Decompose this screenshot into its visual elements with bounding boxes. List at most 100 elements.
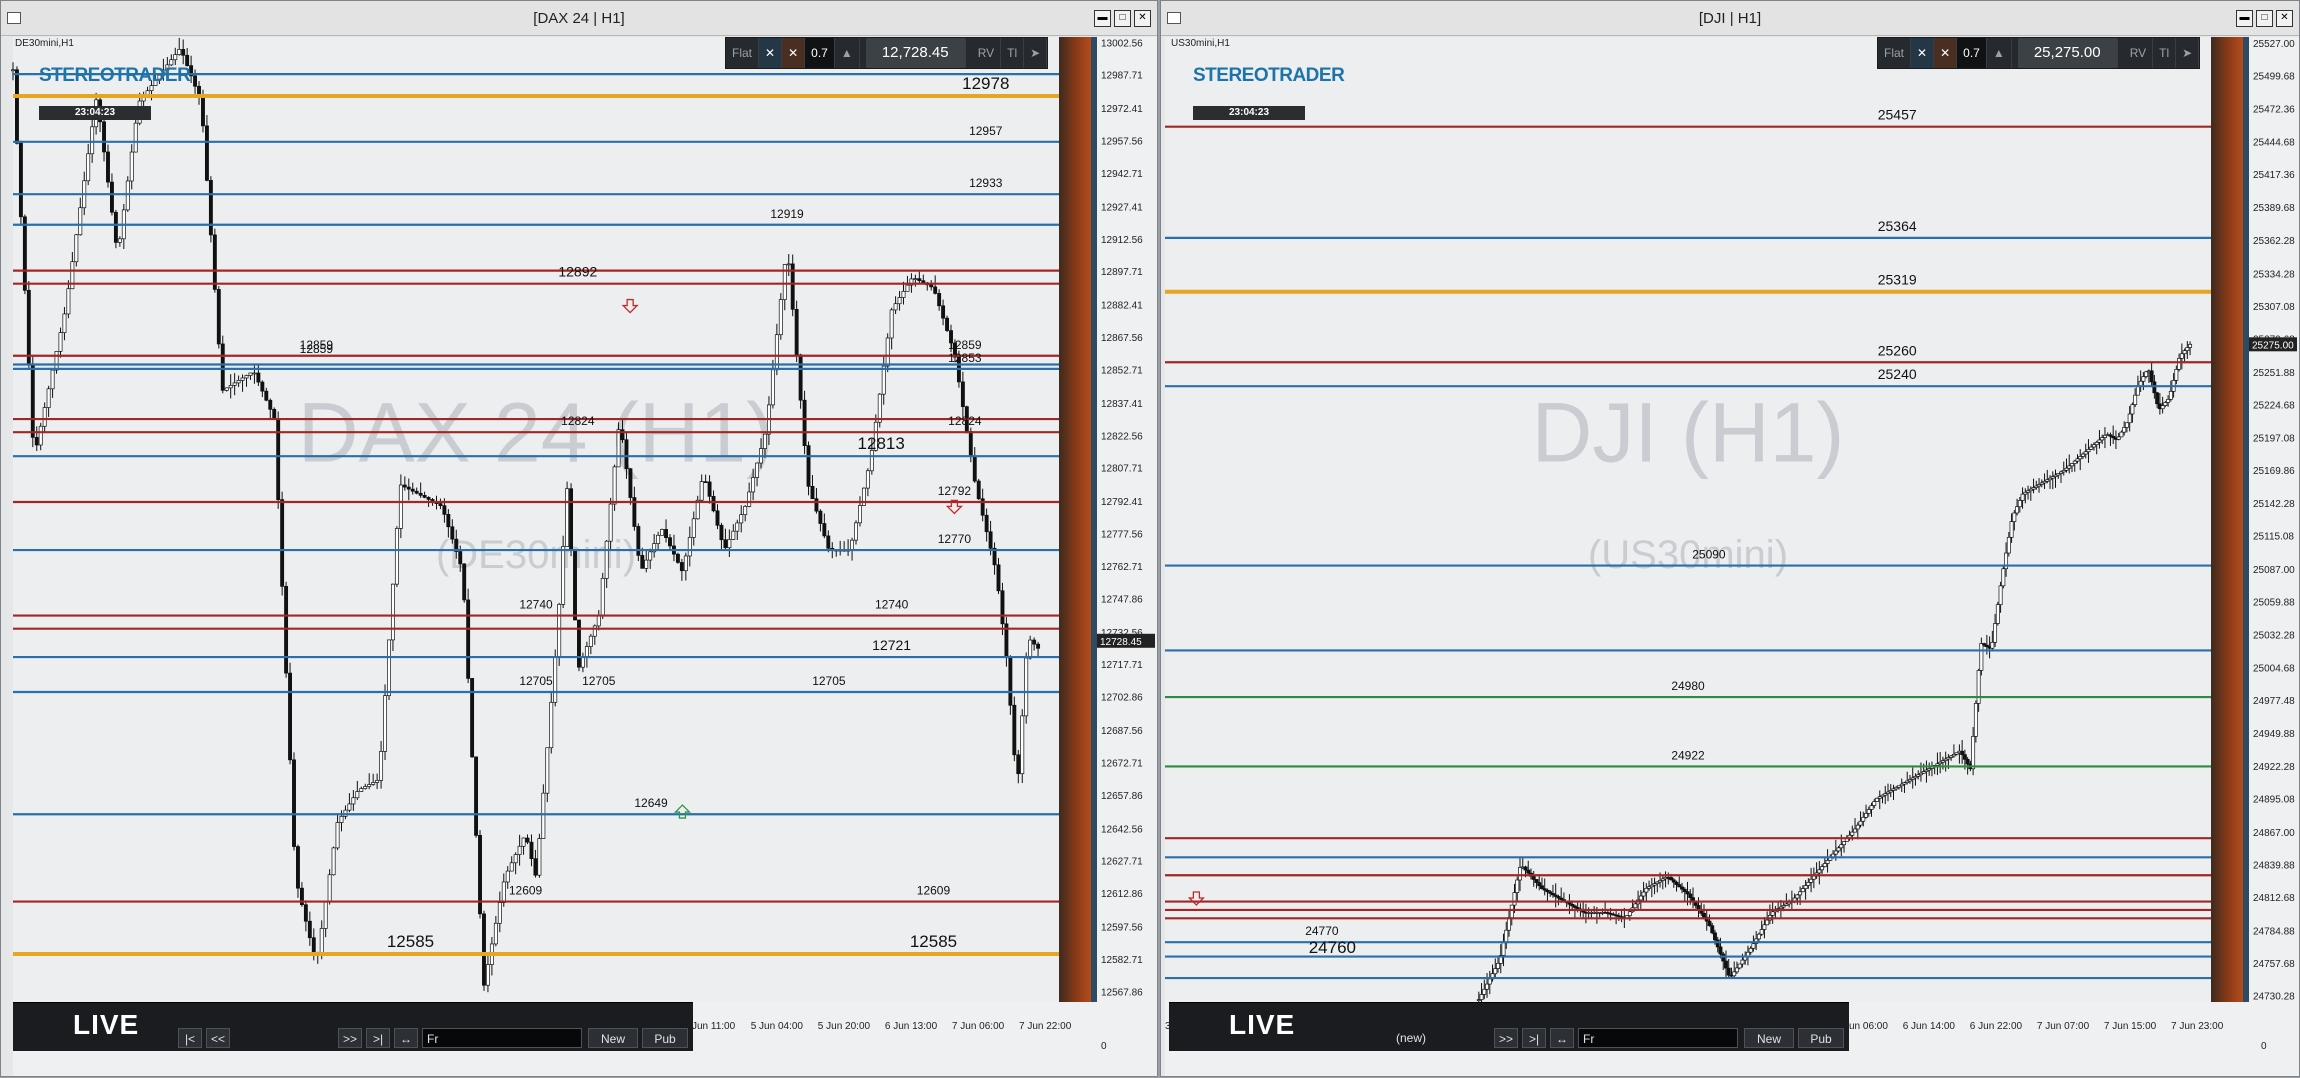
close-short-button[interactable]: ✕ [782, 38, 806, 68]
candle-body [1861, 816, 1866, 822]
candle-body [1702, 912, 1706, 918]
qty-up-icon[interactable]: ▲ [835, 38, 860, 68]
candle-body [1638, 895, 1643, 901]
quantity-field[interactable]: 0.7 [805, 38, 835, 68]
candle-body [2078, 456, 2083, 460]
candle-body [1875, 797, 1879, 802]
level-label: 12649 [634, 796, 668, 810]
pub-button[interactable]: Pub [642, 1028, 688, 1048]
quantity-field[interactable]: 0.7 [1957, 38, 1987, 68]
candle-body [937, 293, 942, 307]
candle-body [1817, 869, 1822, 874]
rv-button[interactable]: RV [2124, 38, 2154, 68]
candle-body [1671, 879, 1676, 883]
candle-body [2135, 385, 2140, 396]
candle-body [501, 881, 506, 903]
candle-body [897, 297, 902, 305]
candle-body [719, 524, 724, 541]
candle-body [482, 913, 486, 986]
candle-body [577, 619, 581, 668]
candle-body [383, 695, 387, 752]
tl-button[interactable]: Tl [2153, 38, 2177, 68]
candle-body [387, 639, 391, 697]
candle-body [727, 539, 732, 549]
candle-body [604, 540, 609, 579]
candle-body [1853, 828, 1857, 833]
candle-body [228, 385, 233, 389]
candle-body [941, 305, 946, 319]
right-bottom-bar: LIVE (new) >> >| ↔ Fr New Pub [1169, 1002, 1849, 1051]
candle-body [1973, 703, 1978, 737]
symbol-tag: DE30mini,H1 [15, 38, 74, 49]
x-tick-label: 6 Jun 14:00 [1903, 1021, 1956, 1032]
x-tick-label: 5 Jun 20:00 [818, 1021, 871, 1032]
candle-body [656, 534, 661, 544]
candle-body [201, 96, 205, 127]
close-long-button[interactable]: ✕ [1911, 38, 1935, 68]
timeframe-field[interactable]: Fr [1578, 1028, 1738, 1048]
new-button[interactable]: New [1744, 1028, 1794, 1048]
candle-body [917, 278, 922, 282]
candle-body [660, 529, 665, 536]
candle-body [1000, 590, 1005, 625]
right-price-chart[interactable]: DJI (H1) (US30mini) 25457 25364 25319 25260 25… [1161, 1, 2300, 1078]
candle-body [1726, 967, 1731, 976]
forward-button[interactable]: >> [1494, 1028, 1518, 1048]
pin-icon[interactable]: ➤ [1024, 38, 1048, 68]
candle-body [15, 69, 19, 144]
y-tick-label: 12582.71 [1101, 955, 1143, 966]
price-display: 12,728.45 [865, 38, 966, 68]
pin-icon[interactable]: ➤ [2176, 38, 2200, 68]
last-button[interactable]: >| [1522, 1028, 1546, 1048]
candle-body [418, 492, 423, 496]
candle-body [11, 69, 15, 72]
flat-button[interactable]: Flat [1878, 38, 1912, 68]
candle-body [1526, 869, 1531, 874]
left-price-chart[interactable]: DAX 24 (H1)(DE30mini)1297812957129331291… [1, 1, 1159, 1078]
candle-body [2094, 441, 2099, 446]
flat-button[interactable]: Flat [726, 38, 760, 68]
close-short-button[interactable]: ✕ [1934, 38, 1958, 68]
new-tag: (new) [1396, 1031, 1427, 1045]
level-label: 12721 [872, 637, 911, 653]
x-tick-label: 7 Jun 22:00 [1019, 1021, 1072, 1032]
close-long-button[interactable]: ✕ [759, 38, 783, 68]
y-tick-label: 25142.28 [2253, 499, 2295, 510]
resize-button[interactable]: ↔ [1550, 1028, 1574, 1048]
candle-body [1718, 946, 1723, 955]
candle-body [565, 488, 570, 547]
candle-body [668, 537, 672, 547]
y-tick-label: 25251.88 [2253, 368, 2295, 379]
level-label: 12740 [519, 598, 553, 612]
candle-body [933, 286, 938, 294]
candle-body [1487, 978, 1492, 985]
pub-button[interactable]: Pub [1798, 1028, 1844, 1048]
y-tick-label: 12807.71 [1101, 464, 1143, 475]
candle-body [391, 583, 395, 641]
level-label: 12824 [948, 414, 982, 428]
candle-body [2083, 451, 2088, 455]
candle-body [537, 838, 542, 876]
new-button[interactable]: New [588, 1028, 638, 1048]
resize-button[interactable]: ↔ [394, 1028, 418, 1048]
candle-body [1842, 841, 1847, 846]
forward-button[interactable]: >> [338, 1028, 362, 1048]
rv-button[interactable]: RV [972, 38, 1002, 68]
candle-body [2163, 402, 2168, 406]
candle-body [1995, 604, 2000, 624]
last-button[interactable]: >| [366, 1028, 390, 1048]
candle-body [893, 303, 898, 311]
candle-body [2182, 350, 2187, 355]
candle-body [588, 635, 593, 647]
back-button[interactable]: << [206, 1028, 230, 1048]
first-button[interactable]: |< [178, 1028, 202, 1048]
candle-body [458, 551, 463, 565]
candle-body [2086, 449, 2091, 453]
level-label: 12859 [300, 342, 334, 356]
zero-label: 0 [1101, 1041, 1107, 1052]
tl-button[interactable]: Tl [1001, 38, 1025, 68]
timeframe-field[interactable]: Fr [422, 1028, 582, 1048]
qty-up-icon[interactable]: ▲ [1987, 38, 2012, 68]
y-tick-label: 12747.86 [1101, 594, 1143, 605]
candle-body [553, 656, 558, 703]
